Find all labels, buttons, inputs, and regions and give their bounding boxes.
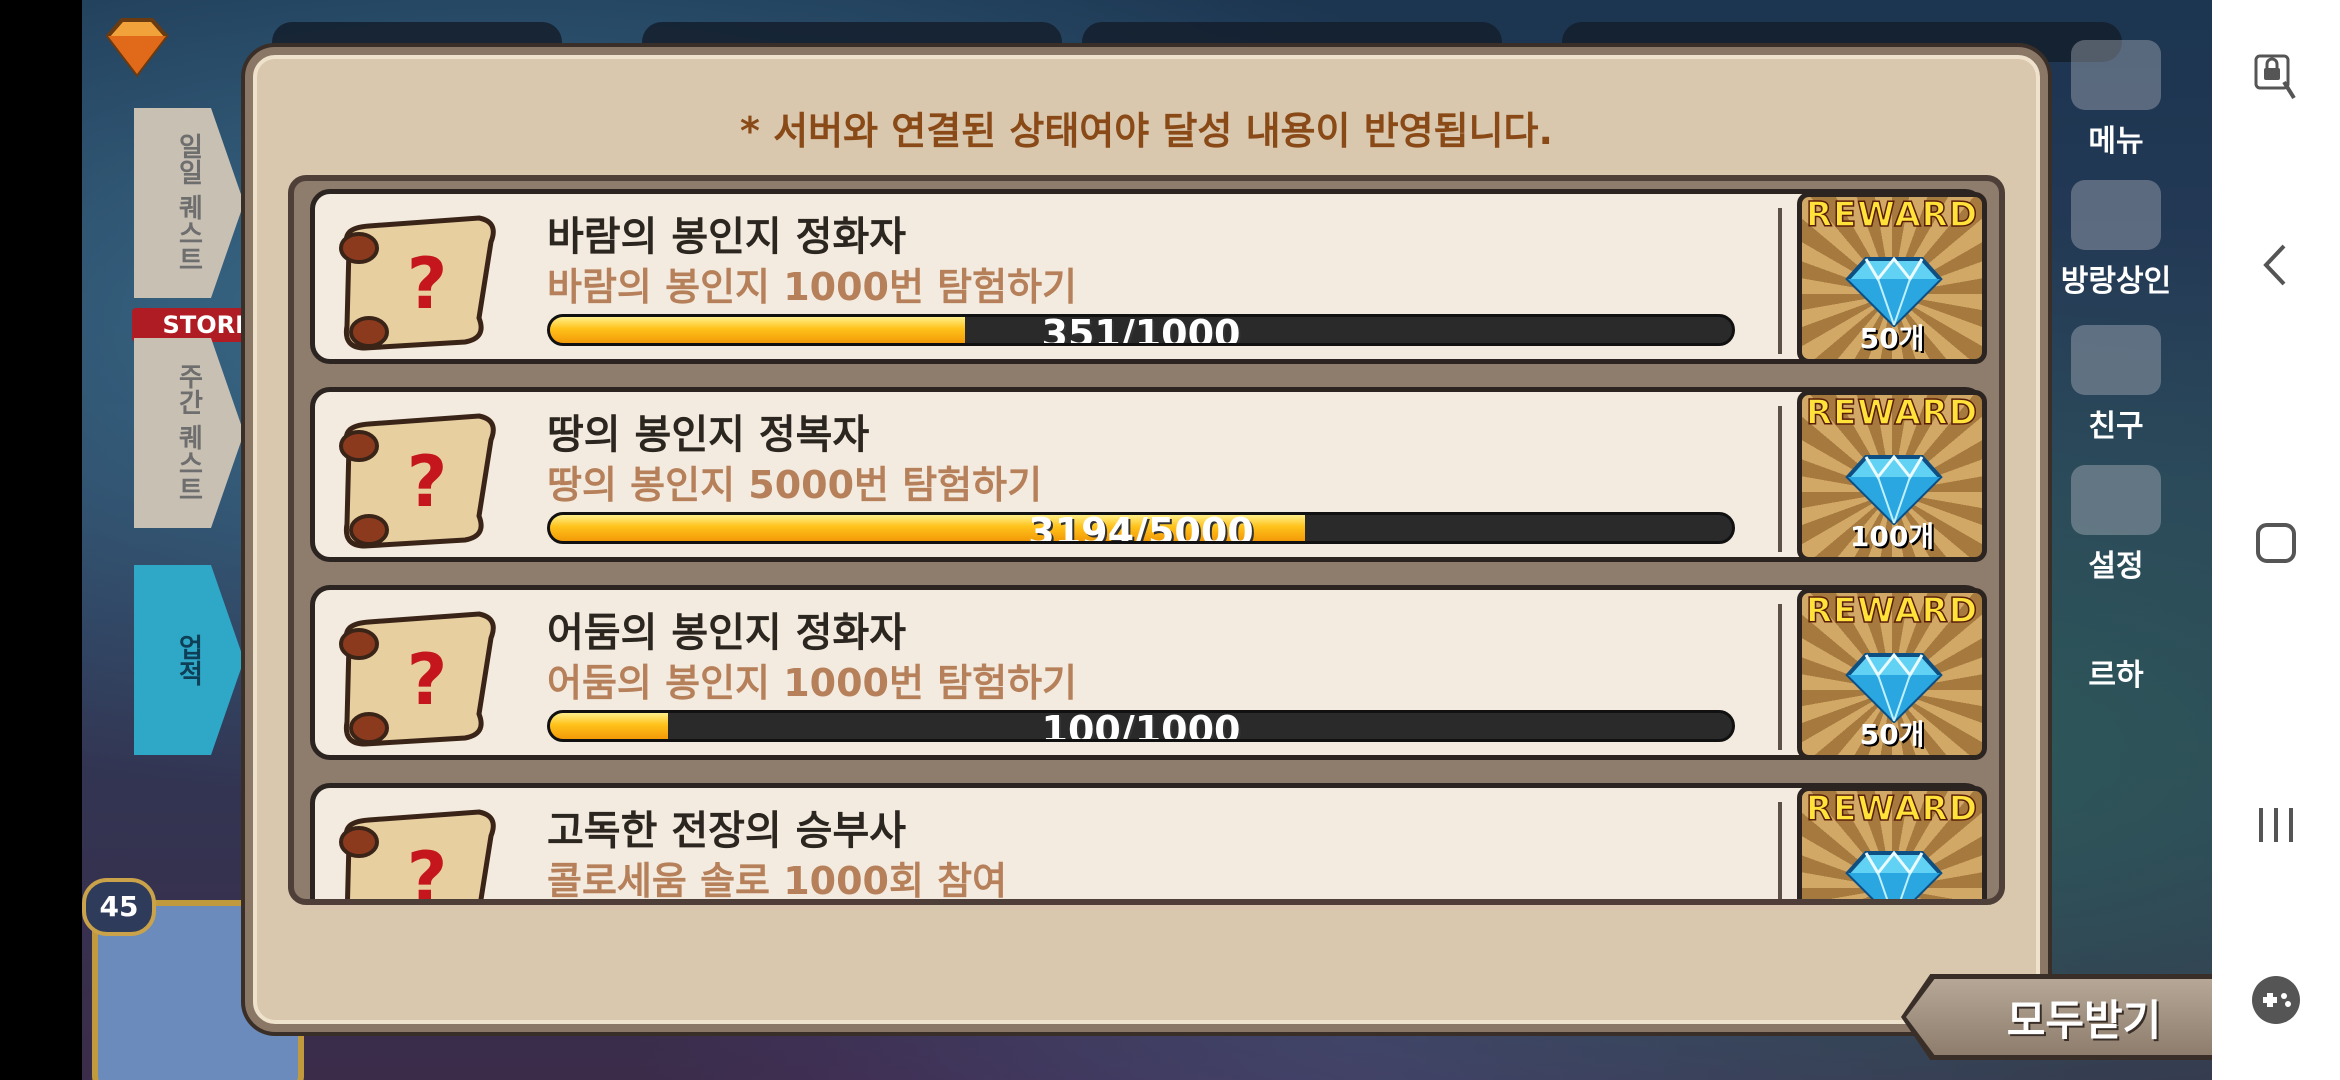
merchant-icon [2071, 180, 2161, 250]
quest-list[interactable]: ? 바람의 봉인지 정화자바람의 봉인지 1000번 탐험하기 351/1000 RE… [288, 175, 2005, 905]
quest-title: 어둠의 봉인지 정화자 [547, 610, 907, 656]
screen-lock-button[interactable] [2212, 52, 2340, 104]
svg-text:?: ? [407, 639, 448, 721]
recents-icon [2259, 808, 2293, 842]
svg-text:?: ? [407, 243, 448, 325]
friends-button[interactable]: 친구 [2036, 325, 2196, 445]
quest-row[interactable]: ? 땅의 봉인지 정복자땅의 봉인지 5000번 탐험하기 3194/5000 REW… [310, 387, 1987, 562]
game-tools-button[interactable] [2212, 974, 2340, 1026]
svg-text:?: ? [407, 441, 448, 523]
system-nav-bar [2212, 0, 2340, 1080]
progress-bar: 100/1000 [547, 710, 1735, 742]
progress-bar: 3194/5000 [547, 512, 1735, 544]
gear-icon [2071, 465, 2161, 535]
quest-description: 땅의 봉인지 5000번 탐험하기 [547, 463, 1043, 507]
progress-text: 100/1000 [1041, 710, 1241, 742]
divider [1778, 208, 1782, 354]
quest-description: 바람의 봉인지 1000번 탐험하기 [547, 265, 1078, 309]
quest-scroll-icon: ? [329, 406, 505, 552]
level-badge: 45 [82, 878, 156, 936]
reward-label: REWARD [1805, 393, 1979, 434]
claim-all-label: 모두받기 [1906, 979, 2262, 1055]
tab-label: 주간 퀘스트 [173, 363, 204, 503]
settings-button[interactable]: 설정 [2036, 465, 2196, 585]
achievement-dialog: * 서버와 연결된 상태여야 달성 내용이 반영됩니다. ? 바람의 봉인지 정화… [245, 47, 2333, 1060]
quest-scroll-icon: ? [329, 802, 505, 905]
quest-scroll-icon: ? [329, 208, 505, 354]
gamepad-icon [2252, 976, 2300, 1024]
quest-row[interactable]: ? 고독한 전장의 승부사콜로세움 솔로 1000회 참여 REWARD [310, 783, 1987, 905]
reward-label: REWARD [1805, 591, 1979, 632]
quest-scroll-icon: ? [329, 604, 505, 750]
reward-button[interactable]: REWARD 50개 [1797, 588, 1987, 760]
merchant-button[interactable]: 방랑상인 [2036, 180, 2196, 300]
gem-currency-icon [105, 18, 169, 78]
reward-button[interactable]: REWARD 50개 [1797, 192, 1987, 364]
progress-text: 3194/5000 [1028, 512, 1254, 544]
quest-description: 어둠의 봉인지 1000번 탐험하기 [547, 661, 1078, 705]
lock-touch-icon [2254, 54, 2296, 100]
quest-row[interactable]: ? 어둠의 봉인지 정화자어둠의 봉인지 1000번 탐험하기 100/1000 RE… [310, 585, 1987, 760]
event-button[interactable]: 르하 [2036, 650, 2196, 694]
reward-button[interactable]: REWARD 100개 [1797, 390, 1987, 562]
progress-bar: 351/1000 [547, 314, 1735, 346]
back-chevron-icon [2263, 244, 2286, 286]
quest-row[interactable]: ? 바람의 봉인지 정화자바람의 봉인지 1000번 탐험하기 351/1000 RE… [310, 189, 1987, 364]
menu-label: 메뉴 [2088, 124, 2144, 159]
reward-label: REWARD [1805, 195, 1979, 236]
quest-title: 땅의 봉인지 정복자 [547, 412, 870, 458]
tab-daily-quest[interactable]: 일일 퀘스트 [134, 108, 244, 298]
menu-icon [2071, 40, 2161, 110]
tab-weekly-quest[interactable]: 주간 퀘스트 [134, 338, 244, 528]
event-label: 르하 [2088, 658, 2144, 693]
quest-description: 콜로세움 솔로 1000회 참여 [547, 859, 1008, 903]
diamond-icon [1844, 849, 1944, 899]
settings-label: 설정 [2088, 549, 2144, 584]
back-button[interactable] [2212, 240, 2340, 290]
divider [1778, 802, 1782, 899]
svg-text:?: ? [407, 837, 448, 905]
server-notice: * 서버와 연결된 상태여야 달성 내용이 반영됩니다. [740, 109, 1553, 153]
friends-label: 친구 [2088, 409, 2144, 444]
tab-label: 일일 퀘스트 [173, 133, 204, 273]
quest-title: 고독한 전장의 승부사 [547, 808, 907, 854]
divider [1778, 406, 1782, 552]
reward-label: REWARD [1805, 789, 1979, 830]
home-square-icon [2256, 523, 2296, 563]
reward-count: 50개 [1859, 322, 1925, 355]
tab-label: 업적 [173, 634, 204, 686]
divider [1778, 604, 1782, 750]
menu-button[interactable]: 메뉴 [2036, 40, 2196, 160]
friends-icon [2071, 325, 2161, 395]
home-button[interactable] [2212, 520, 2340, 566]
tab-achievement[interactable]: 업적 [134, 565, 244, 755]
reward-count: 50개 [1859, 718, 1925, 751]
quest-title: 바람의 봉인지 정화자 [547, 214, 907, 260]
reward-button[interactable]: REWARD [1797, 786, 1987, 899]
progress-text: 351/1000 [1041, 314, 1241, 346]
reward-count: 100개 [1849, 520, 1935, 553]
recents-button[interactable] [2212, 802, 2340, 848]
merchant-label: 방랑상인 [2060, 264, 2172, 299]
